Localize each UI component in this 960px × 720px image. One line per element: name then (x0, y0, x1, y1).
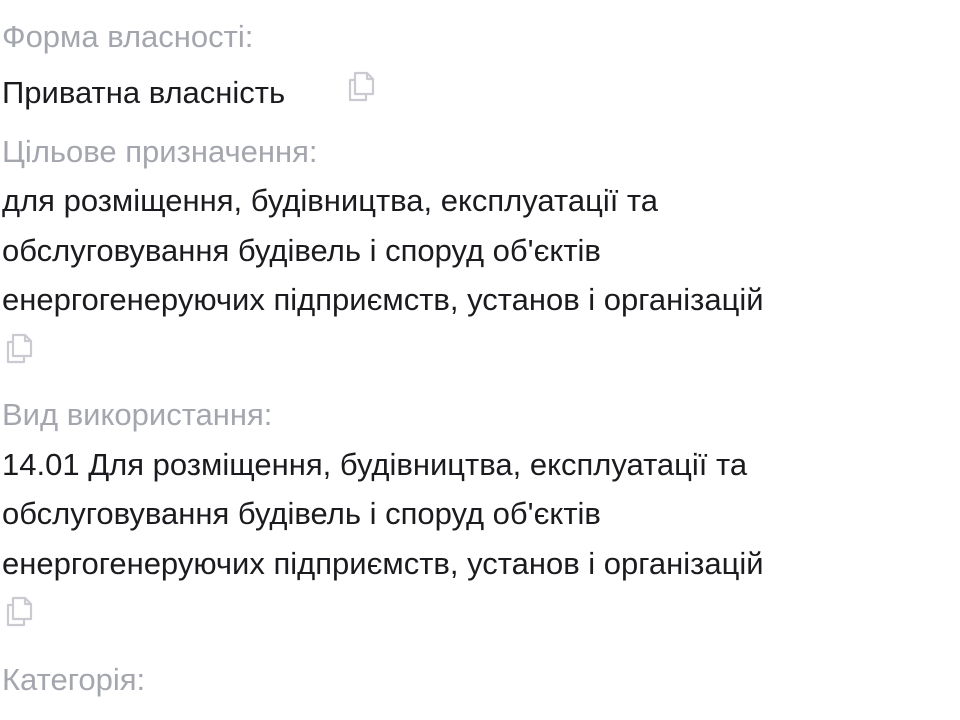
copy-icon-graphic (6, 596, 33, 627)
copy-icon-graphic (6, 333, 33, 364)
category-label: Категорія: (2, 662, 146, 697)
usage-type-label: Вид використання: (2, 397, 273, 432)
ownership-form-label: Форма власності: (2, 19, 254, 54)
copy-icon[interactable] (4, 330, 38, 366)
usage-type-value-line-3: енергогенеруючих підприємств, установ і … (2, 546, 764, 581)
land-info-panel: Форма власності: Приватна власність Ціль… (0, 0, 960, 720)
copy-icon-graphic (348, 71, 375, 102)
purpose-value-line-3: енергогенеруючих підприємств, установ і … (2, 282, 764, 317)
usage-type-value-line-2: обслуговування будівель і споруд об'єкті… (2, 496, 601, 531)
purpose-label: Цільове призначення: (2, 134, 318, 169)
copy-icon[interactable] (346, 68, 380, 104)
ownership-form-value: Приватна власність (2, 75, 286, 110)
purpose-value-line-1: для розміщення, будівництва, експлуатаці… (2, 183, 659, 218)
purpose-value-line-2: обслуговування будівель і споруд об'єкті… (2, 233, 601, 268)
usage-type-value-line-1: 14.01 Для розміщення, будівництва, експл… (2, 447, 748, 482)
copy-icon[interactable] (4, 593, 38, 629)
